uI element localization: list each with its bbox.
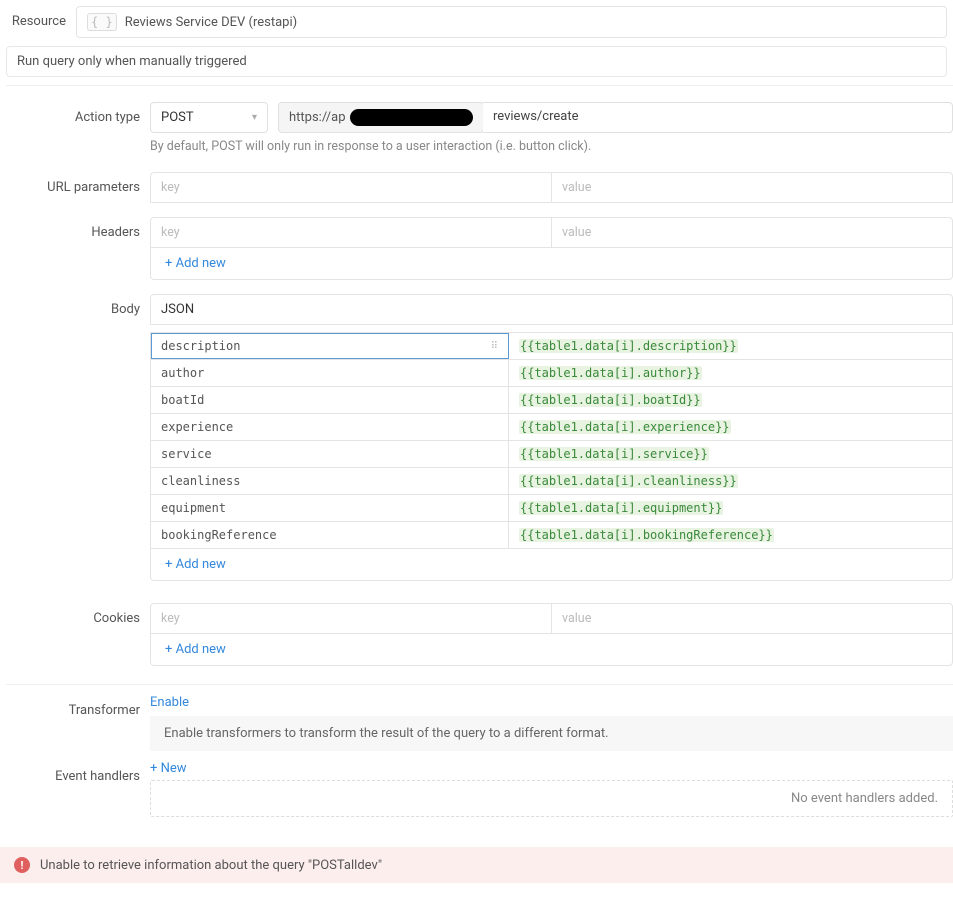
body-row: description ⠿ {{table1.data[i].description…: [151, 332, 952, 359]
cookies-row: key value: [150, 603, 953, 634]
http-method-select[interactable]: POST ▾: [150, 102, 268, 133]
transformer-description: Enable transformers to transform the res…: [150, 716, 953, 751]
chevron-down-icon: ▾: [252, 112, 257, 123]
body-value-template: {{table1.data[i].experience}}: [519, 420, 731, 434]
headers-label: Headers: [6, 217, 150, 240]
body-key-input[interactable]: description ⠿: [151, 333, 509, 359]
body-type-value: JSON: [161, 302, 194, 317]
body-key-input[interactable]: boatId: [151, 387, 509, 413]
body-row: boatId {{table1.data[i].boatId}}: [151, 386, 952, 413]
body-value-template: {{table1.data[i].equipment}}: [519, 501, 723, 515]
body-key-input[interactable]: service: [151, 441, 509, 467]
transformer-label: Transformer: [6, 695, 150, 718]
body-key-value: bookingReference: [161, 528, 277, 542]
base-url-prefix: https://ap: [289, 110, 346, 125]
cookies-key-input[interactable]: key: [151, 604, 552, 633]
action-hint: By default, POST will only run in respon…: [150, 139, 953, 154]
event-handlers-label: Event handlers: [6, 761, 150, 784]
body-key-value: description: [161, 339, 240, 353]
body-value-input[interactable]: {{table1.data[i].service}}: [509, 441, 952, 467]
url-path-value: reviews/create: [493, 109, 579, 124]
body-key-value: author: [161, 366, 204, 380]
headers-key-input[interactable]: key: [151, 218, 552, 247]
body-value-template: {{table1.data[i].bookingReference}}: [519, 528, 774, 542]
error-message: Unable to retrieve information about the…: [40, 858, 382, 873]
body-type-select[interactable]: JSON: [150, 294, 953, 325]
body-value-template: {{table1.data[i].author}}: [519, 366, 702, 380]
body-value-input[interactable]: {{table1.data[i].author}}: [509, 360, 952, 386]
action-type-label: Action type: [6, 102, 150, 125]
cookies-add-new-button[interactable]: + Add new: [150, 634, 953, 666]
rest-api-icon: { }: [87, 13, 117, 31]
error-bar: ! Unable to retrieve information about t…: [0, 847, 953, 883]
headers-value-input[interactable]: value: [552, 218, 952, 247]
body-key-value: experience: [161, 420, 233, 434]
body-value-template: {{table1.data[i].cleanliness}}: [519, 474, 738, 488]
body-add-new-button[interactable]: + Add new: [150, 549, 953, 581]
trigger-mode-select[interactable]: Run query only when manually triggered: [6, 46, 947, 77]
redacted-url-icon: [350, 109, 473, 126]
transformer-enable-button[interactable]: Enable: [150, 695, 189, 710]
url-path-input[interactable]: reviews/create: [483, 102, 953, 133]
resource-select[interactable]: { } Reviews Service DEV (restapi): [76, 6, 947, 38]
divider: [6, 85, 953, 86]
resource-label: Resource: [6, 6, 76, 29]
trigger-mode-value: Run query only when manually triggered: [17, 54, 247, 69]
body-key-value: equipment: [161, 501, 226, 515]
body-key-input[interactable]: equipment: [151, 495, 509, 521]
resource-value: Reviews Service DEV (restapi): [125, 15, 297, 30]
body-value-template: {{table1.data[i].boatId}}: [519, 393, 702, 407]
divider: [6, 684, 953, 685]
cookies-label: Cookies: [6, 603, 150, 626]
body-value-input[interactable]: {{table1.data[i].equipment}}: [509, 495, 952, 521]
body-row: equipment {{table1.data[i].equipment}}: [151, 494, 952, 521]
url-params-label: URL parameters: [6, 172, 150, 195]
headers-add-new-button[interactable]: + Add new: [150, 248, 953, 280]
body-key-value: boatId: [161, 393, 204, 407]
body-key-input[interactable]: bookingReference: [151, 522, 509, 548]
cookies-value-input[interactable]: value: [552, 604, 952, 633]
body-key-input[interactable]: experience: [151, 414, 509, 440]
error-icon: !: [14, 857, 30, 873]
body-value-template: {{table1.data[i].service}}: [519, 447, 709, 461]
body-row: experience {{table1.data[i].experience}}: [151, 413, 952, 440]
headers-row: key value: [150, 217, 953, 248]
url-params-key-input[interactable]: key: [151, 173, 552, 202]
body-row: cleanliness {{table1.data[i].cleanliness}…: [151, 467, 952, 494]
base-url-display: https://ap: [278, 102, 484, 133]
body-row: service {{table1.data[i].service}}: [151, 440, 952, 467]
body-value-input[interactable]: {{table1.data[i].description}}: [509, 333, 952, 359]
event-handlers-new-button[interactable]: + New: [150, 761, 187, 776]
body-key-value: service: [161, 447, 212, 461]
body-value-input[interactable]: {{table1.data[i].boatId}}: [509, 387, 952, 413]
body-key-value: cleanliness: [161, 474, 240, 488]
body-label: Body: [6, 294, 150, 317]
body-value-template: {{table1.data[i].description}}: [519, 339, 738, 353]
body-row: bookingReference {{table1.data[i].booking…: [151, 521, 952, 548]
url-params-value-input[interactable]: value: [552, 173, 952, 202]
url-params-row: key value: [150, 172, 953, 203]
body-rows-container: description ⠿ {{table1.data[i].description…: [150, 332, 953, 549]
event-handlers-empty: No event handlers added.: [150, 780, 953, 817]
body-value-input[interactable]: {{table1.data[i].experience}}: [509, 414, 952, 440]
body-key-input[interactable]: cleanliness: [151, 468, 509, 494]
drag-handle-icon[interactable]: ⠿: [491, 341, 498, 352]
http-method-value: POST: [161, 110, 194, 125]
body-key-input[interactable]: author: [151, 360, 509, 386]
body-value-input[interactable]: {{table1.data[i].cleanliness}}: [509, 468, 952, 494]
body-row: author {{table1.data[i].author}}: [151, 359, 952, 386]
body-value-input[interactable]: {{table1.data[i].bookingReference}}: [509, 522, 952, 548]
